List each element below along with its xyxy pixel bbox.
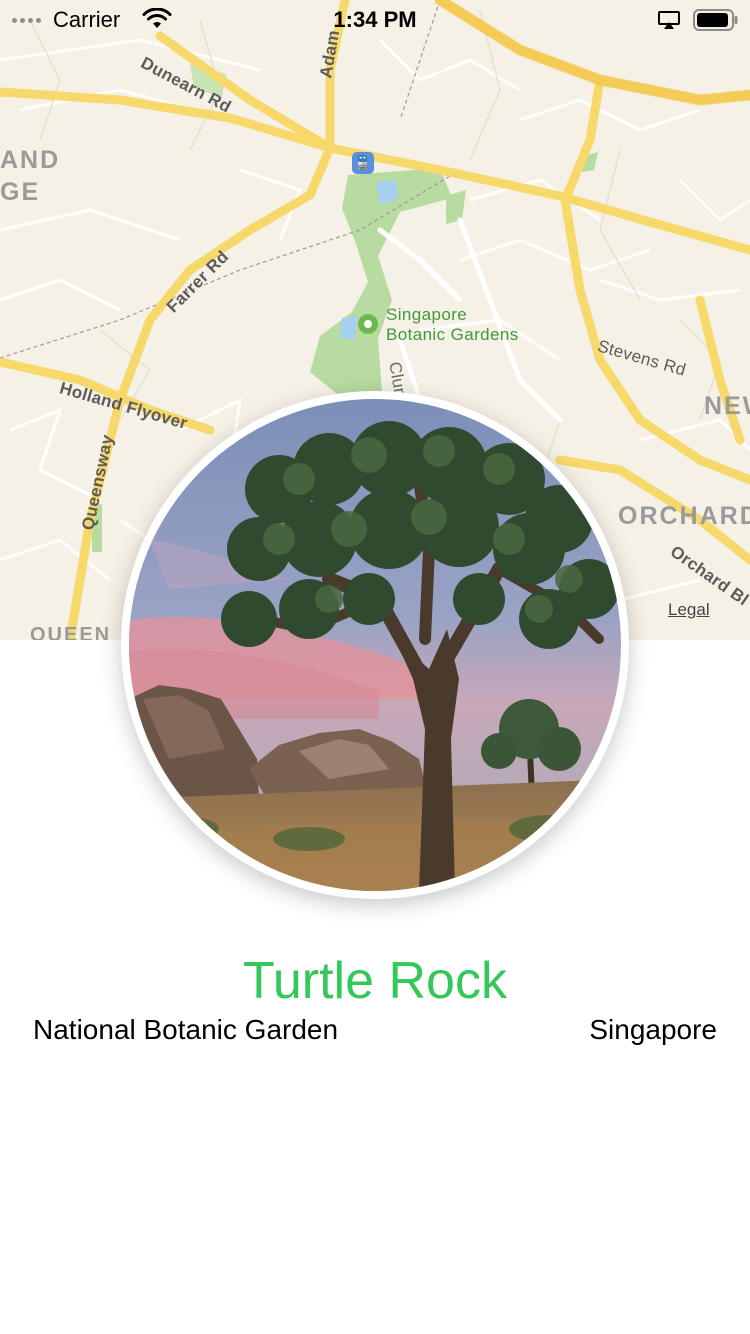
landmark-image	[129, 399, 621, 891]
district-label-and: AND	[0, 146, 61, 174]
train-station-icon[interactable]: 🚆	[352, 152, 374, 174]
joshua-tree-photo	[129, 399, 621, 891]
status-time: 1:34 PM	[333, 7, 417, 32]
district-label-new: NEW	[704, 392, 750, 420]
poi-pin-icon[interactable]	[358, 314, 378, 334]
poi-label-line1: Singapore	[386, 305, 468, 324]
landmark-state: Singapore	[589, 1014, 717, 1045]
status-bar: Carrier 1:34 PM	[0, 0, 750, 40]
poi-label[interactable]: Singapore Botanic Gardens	[386, 305, 519, 345]
poi-label-line2: Botanic Gardens	[386, 325, 519, 344]
landmark-park: National Botanic Garden	[33, 1014, 339, 1045]
landmark-detail-screen: Dunearn Rd Adam Farrer Rd Holland Flyove…	[0, 0, 750, 1334]
airplay-icon	[658, 11, 680, 29]
landmark-image-frame	[121, 391, 629, 899]
district-label-ge: GE	[0, 178, 41, 206]
district-label-orchard: ORCHARD	[618, 502, 750, 530]
battery-icon	[693, 9, 738, 31]
map-legal-link[interactable]: Legal	[668, 600, 710, 620]
landmark-title: Turtle Rock	[243, 952, 507, 1010]
district-label-queen: QUEEN	[30, 624, 112, 640]
